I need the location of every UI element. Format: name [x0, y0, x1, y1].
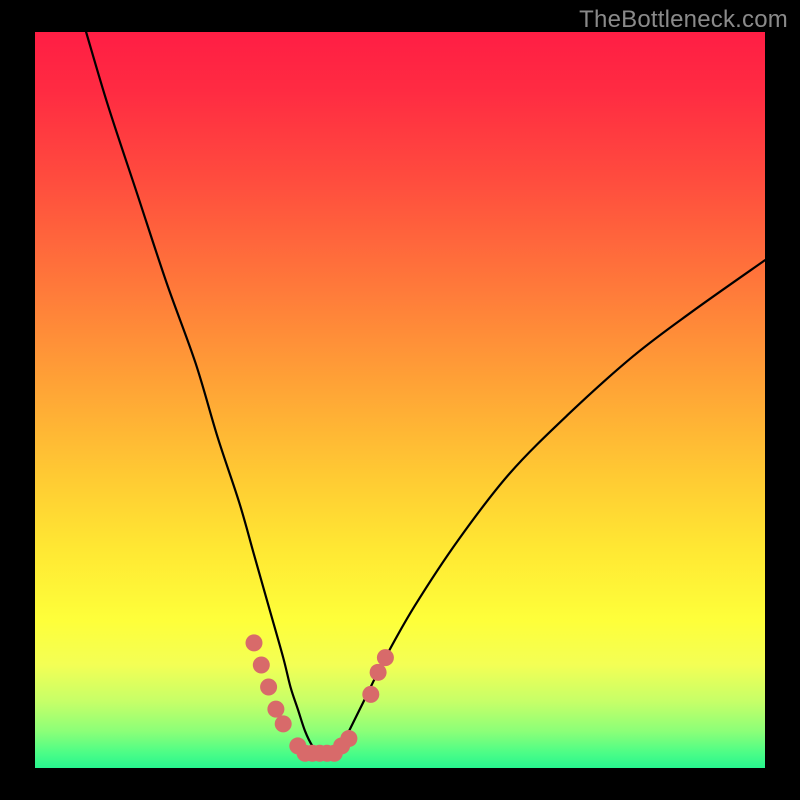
- curve-marker: [275, 715, 292, 732]
- plot-area: [35, 32, 765, 768]
- curve-marker: [362, 686, 379, 703]
- chart-frame: TheBottleneck.com: [0, 0, 800, 800]
- curve-marker: [370, 664, 387, 681]
- marker-group: [246, 634, 394, 761]
- curve-svg: [35, 32, 765, 768]
- curve-marker: [246, 634, 263, 651]
- curve-marker: [267, 701, 284, 718]
- curve-marker: [377, 649, 394, 666]
- curve-marker: [260, 679, 277, 696]
- curve-marker: [340, 730, 357, 747]
- curve-marker: [253, 656, 270, 673]
- bottleneck-curve: [86, 32, 765, 754]
- watermark-text: TheBottleneck.com: [579, 6, 788, 34]
